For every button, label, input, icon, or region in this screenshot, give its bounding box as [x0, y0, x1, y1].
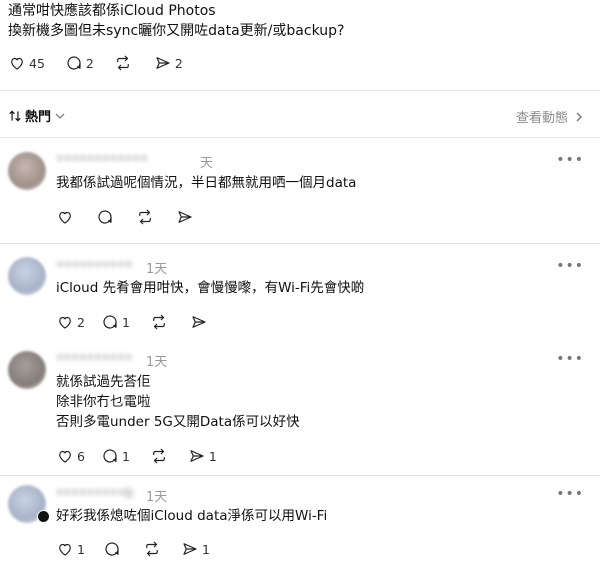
heart-icon: [59, 450, 71, 463]
divider: [0, 90, 600, 91]
divider: [0, 243, 600, 244]
like-count: 6: [77, 448, 85, 464]
like-count: 45: [29, 55, 45, 71]
comment-text: 我都係試過呢個情況，半日都無就用哂一個月data: [56, 175, 357, 191]
divider: [0, 137, 600, 138]
repost-icon: [117, 55, 129, 71]
send-icon: [156, 57, 170, 69]
reply-button[interactable]: 1: [101, 313, 130, 331]
more-options-button[interactable]: •••: [556, 486, 584, 502]
send-icon: [192, 316, 206, 328]
sort-arrows-icon: [9, 110, 21, 121]
repost-button[interactable]: [143, 540, 161, 558]
comment-text: 好彩我係熄咗個iCloud data淨係可以用Wi-Fi: [56, 508, 328, 524]
like-button[interactable]: 1: [56, 540, 85, 558]
comment-actions: 1 1: [56, 540, 210, 558]
reply-button[interactable]: 1: [101, 447, 130, 465]
comment-icon: [105, 542, 119, 556]
share-count: 2: [174, 55, 183, 71]
share-button[interactable]: [176, 208, 194, 226]
like-count: 2: [77, 314, 85, 330]
share-button[interactable]: 2: [154, 54, 183, 72]
post-actions: 45 2 2: [8, 54, 183, 72]
sort-label: 熱門: [25, 110, 52, 125]
comment-username[interactable]: •••••••••b: [56, 486, 133, 501]
comment-icon: [103, 315, 117, 329]
heart-icon: [59, 211, 71, 224]
heart-icon: [59, 543, 71, 556]
comment-actions: [56, 208, 194, 226]
reply-count: 2: [85, 55, 94, 71]
comment-time: 1天: [146, 355, 168, 370]
comment-text-line: 除非你冇乜電啦: [56, 394, 151, 410]
comment-username[interactable]: ••••••••••: [56, 351, 133, 366]
comment-icon: [98, 210, 112, 224]
heart-icon: [59, 316, 71, 329]
share-button[interactable]: 1: [181, 540, 210, 558]
comment-icon: [67, 56, 81, 70]
sort-dropdown[interactable]: 熱門: [8, 106, 65, 125]
repost-icon: [153, 448, 165, 464]
repost-button[interactable]: [150, 447, 168, 465]
repost-icon: [146, 541, 158, 557]
send-icon: [183, 543, 197, 555]
post-text-line-1: 通常咁快應該都係iCloud Photos: [8, 3, 216, 19]
repost-icon: [139, 209, 151, 225]
more-options-button[interactable]: •••: [556, 258, 584, 274]
reply-button[interactable]: [96, 208, 114, 226]
share-button[interactable]: [190, 313, 208, 331]
repost-button[interactable]: [136, 208, 154, 226]
chevron-down-icon: [55, 112, 65, 119]
repost-button[interactable]: [150, 313, 168, 331]
share-count: 1: [201, 541, 210, 557]
share-button[interactable]: 1: [188, 447, 217, 465]
reply-count: 1: [121, 314, 130, 330]
send-icon: [190, 450, 204, 462]
like-button[interactable]: 6: [56, 447, 85, 465]
more-options-button[interactable]: •••: [556, 152, 584, 168]
avatar[interactable]: [8, 351, 46, 389]
view-activity-link[interactable]: 查看動態: [516, 107, 584, 126]
post-text-line-2: 換新機多圖但未sync曬你又開咗data更新/或backup?: [8, 23, 345, 39]
reply-count: 1: [121, 448, 130, 464]
avatar[interactable]: [8, 152, 46, 190]
reply-button[interactable]: [103, 540, 121, 558]
comment-text-line: 就係試過先荅佢: [56, 374, 151, 390]
comment-time: 1天: [146, 262, 168, 277]
comment-username[interactable]: ••••••••••••: [56, 152, 148, 167]
comment-username[interactable]: ••••••••••: [56, 258, 133, 273]
share-count: 1: [208, 448, 217, 464]
comment-text-line: 否則多電under 5G又開Data係可以好快: [56, 414, 300, 430]
comment-icon: [103, 449, 117, 463]
like-count: 1: [77, 541, 85, 557]
heart-icon: [11, 57, 23, 70]
comment-actions: 2 1: [56, 313, 208, 331]
avatar[interactable]: [8, 257, 46, 295]
follow-badge[interactable]: [37, 510, 50, 523]
comment-time: 1天: [146, 490, 168, 505]
like-button[interactable]: [56, 208, 74, 226]
repost-button[interactable]: [114, 54, 132, 72]
comment-actions: 6 1 1: [56, 447, 217, 465]
repost-icon: [153, 314, 165, 330]
comment-text: iCloud 先肴會用咁快，會慢慢嚟，有Wi-Fi先會快啲: [56, 280, 365, 296]
like-button[interactable]: 2: [56, 313, 85, 331]
like-button[interactable]: 45: [8, 54, 45, 72]
reply-button[interactable]: 2: [65, 54, 94, 72]
more-options-button[interactable]: •••: [556, 351, 584, 367]
divider: [0, 475, 600, 476]
send-icon: [178, 211, 192, 223]
view-activity-label: 查看動態: [515, 111, 568, 126]
comment-time: 天: [200, 156, 214, 171]
chevron-right-icon: [576, 111, 583, 122]
